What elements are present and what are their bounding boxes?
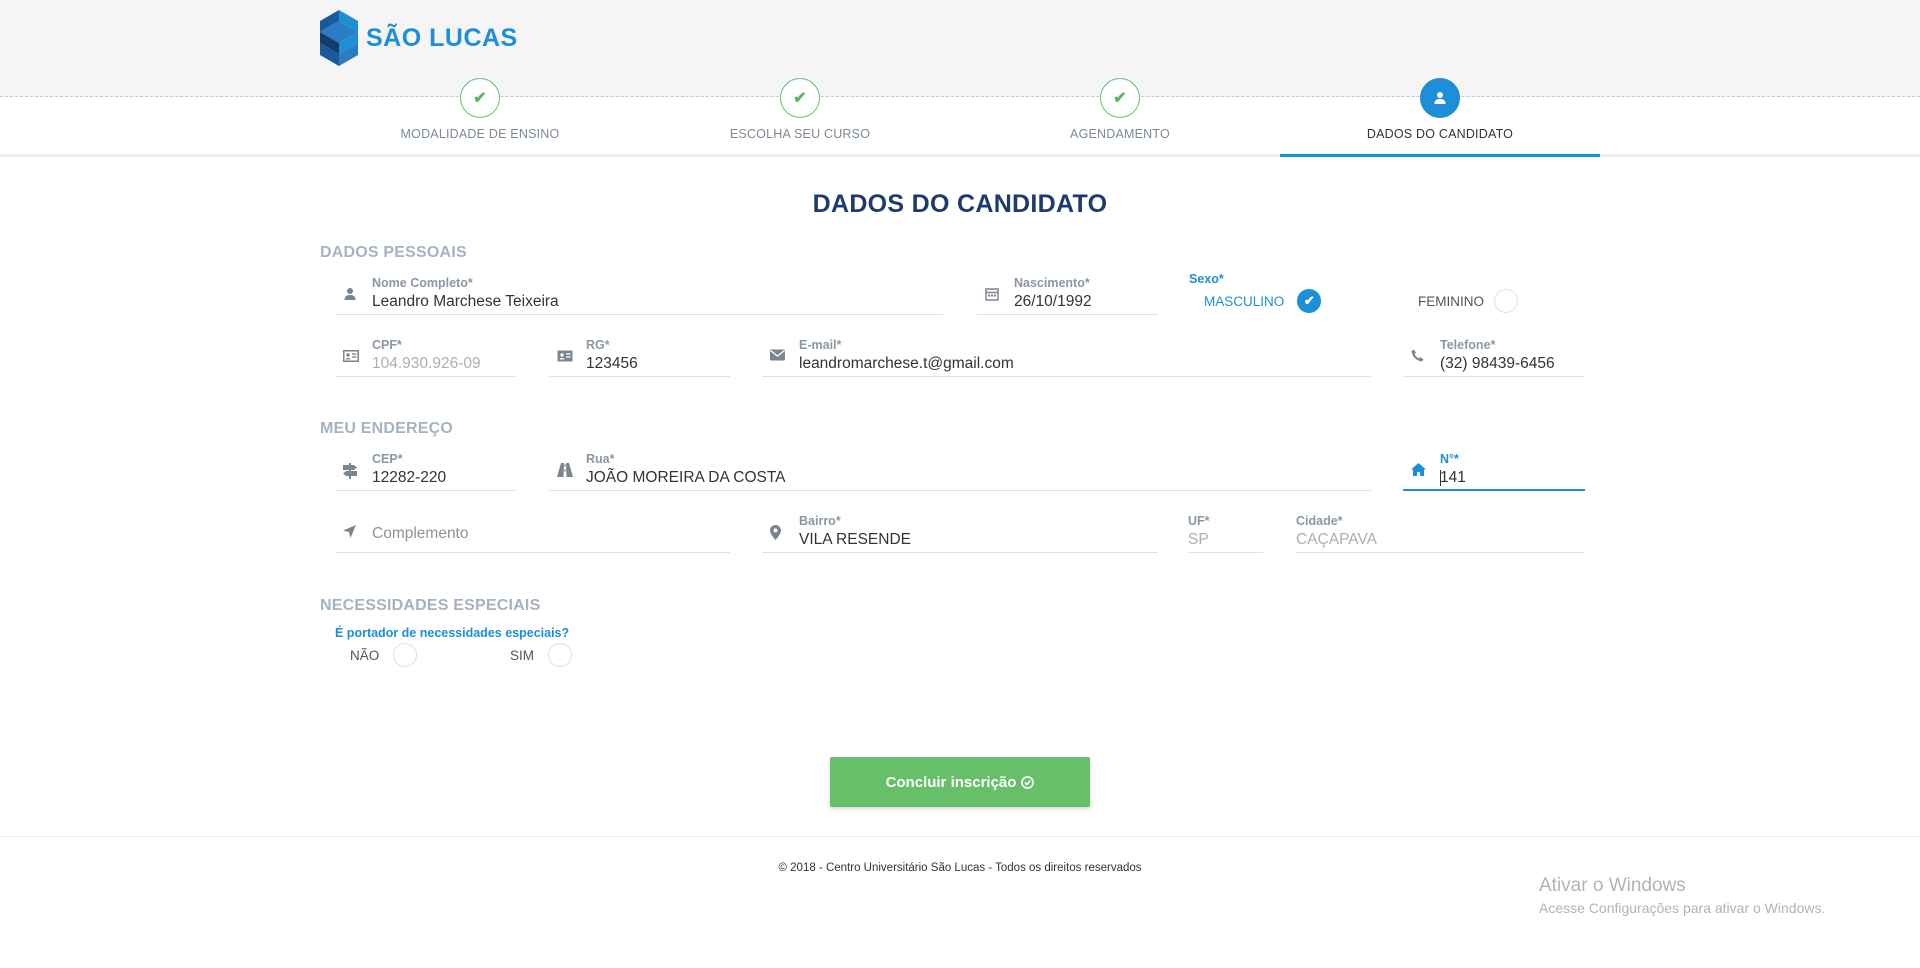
page-title: DADOS DO CANDIDATO <box>812 190 1108 218</box>
check-icon: ✔ <box>780 78 820 118</box>
field-value: VILA RESENDE <box>799 531 911 548</box>
windows-activation-subtitle: Acesse Configurações para ativar o Windo… <box>1539 900 1826 916</box>
id-card-icon <box>343 349 359 365</box>
uf-field[interactable]: UF* SP <box>1188 511 1263 553</box>
windows-activation-title: Ativar o Windows <box>1539 875 1686 896</box>
special-sim-radio[interactable]: SIM <box>510 643 573 667</box>
cidade-field[interactable]: Cidade* CAÇAPAVA <box>1296 511 1585 553</box>
radio-circle[interactable] <box>1494 289 1518 313</box>
calendar-icon <box>985 287 1001 303</box>
complemento-field[interactable]: Complemento <box>335 511 730 553</box>
field-value: CAÇAPAVA <box>1296 531 1377 548</box>
field-value: 12282-220 <box>372 469 447 486</box>
field-label: CPF* <box>372 338 402 352</box>
radio-label: NÃO <box>350 647 380 663</box>
location-arrow-icon <box>343 525 359 541</box>
field-value: leandromarchese.t@gmail.com <box>799 355 1014 372</box>
field-label: RG* <box>586 338 610 352</box>
special-nao-radio[interactable]: NÃO <box>350 643 418 667</box>
radio-label: SIM <box>510 647 535 663</box>
text-cursor <box>1440 470 1441 486</box>
check-icon: ✔ <box>460 78 500 118</box>
section-title-address: MEU ENDEREÇO <box>320 420 454 437</box>
map-marker-icon <box>770 525 786 541</box>
check-circle-icon <box>1021 775 1035 789</box>
special-needs-question: É portador de necessidades especiais? <box>335 626 570 640</box>
field-label: UF* <box>1188 514 1210 528</box>
envelope-icon <box>770 349 786 365</box>
bairro-field[interactable]: Bairro* VILA RESENDE <box>762 511 1158 553</box>
footer-copyright: © 2018 - Centro Universitário São Lucas … <box>778 862 1142 874</box>
cpf-field[interactable]: CPF* 104.930.926-09 <box>335 335 516 377</box>
radio-label: FEMININO <box>1418 293 1484 309</box>
signpost-icon <box>343 463 359 479</box>
step-label: AGENDAMENTO <box>1070 127 1170 141</box>
home-icon <box>1411 463 1427 479</box>
submit-label: Concluir inscrição <box>885 773 1017 791</box>
step-label: ESCOLHA SEU CURSO <box>729 127 871 141</box>
field-value: SP <box>1188 531 1209 548</box>
sexo-feminino-radio[interactable]: FEMININO <box>1418 289 1518 313</box>
nome-field[interactable]: Nome Completo* Leandro Marchese Teixeira <box>335 273 943 315</box>
step-curso[interactable]: ✔ ESCOLHA SEU CURSO <box>640 78 960 141</box>
sexo-masculino-radio[interactable]: MASCULINO ✔ <box>1204 289 1322 313</box>
rg-field[interactable]: RG* 123456 <box>549 335 730 377</box>
road-icon <box>557 463 573 479</box>
step-dados-candidato[interactable]: DADOS DO CANDIDATO <box>1280 78 1600 141</box>
field-label: Nascimento* <box>1014 276 1090 290</box>
brand-name: SÃO LUCAS <box>366 23 518 52</box>
id-card-icon <box>557 349 573 365</box>
brand-logo[interactable]: SÃO LUCAS <box>320 10 518 66</box>
field-label: Telefone* <box>1440 338 1496 352</box>
field-label: Bairro* <box>799 514 841 528</box>
field-label: Rua* <box>586 452 615 466</box>
field-value: JOÃO MOREIRA DA COSTA <box>586 469 786 486</box>
field-value: Leandro Marchese Teixeira <box>372 293 559 310</box>
radio-label: MASCULINO <box>1204 293 1285 309</box>
section-title-personal: DADOS PESSOAIS <box>320 244 467 261</box>
field-value: 123456 <box>586 355 638 372</box>
concluir-inscricao-button[interactable]: Concluir inscrição <box>830 757 1090 807</box>
active-step-indicator <box>1280 154 1600 157</box>
field-label: E-mail* <box>799 338 842 352</box>
step-label: DADOS DO CANDIDATO <box>1366 127 1514 141</box>
footer-divider <box>0 836 1920 837</box>
field-value: 26/10/1992 <box>1014 293 1092 310</box>
telefone-field[interactable]: Telefone* (32) 98439-6456 <box>1403 335 1584 377</box>
radio-circle[interactable] <box>548 643 573 667</box>
radio-circle[interactable] <box>393 643 418 667</box>
phone-icon <box>1411 349 1427 365</box>
field-label: Nome Completo* <box>372 276 473 290</box>
step-modalidade[interactable]: ✔ MODALIDADE DE ENSINO <box>320 78 640 141</box>
numero-field[interactable]: N°* 141 <box>1403 449 1585 491</box>
check-icon: ✔ <box>1100 78 1140 118</box>
field-value: (32) 98439-6456 <box>1440 355 1555 372</box>
sexo-label: Sexo* <box>1189 272 1224 286</box>
field-label: N°* <box>1440 452 1459 466</box>
field-label: CEP* <box>372 452 403 466</box>
step-agendamento[interactable]: ✔ AGENDAMENTO <box>960 78 1280 141</box>
field-label: Cidade* <box>1296 514 1343 528</box>
rua-field[interactable]: Rua* JOÃO MOREIRA DA COSTA <box>549 449 1371 491</box>
logo-mark-icon <box>320 10 358 66</box>
field-value: 104.930.926-09 <box>372 355 481 372</box>
user-icon <box>343 287 359 303</box>
user-icon <box>1420 78 1460 118</box>
cep-field[interactable]: CEP* 12282-220 <box>335 449 516 491</box>
field-placeholder: Complemento <box>372 525 469 542</box>
section-title-special: NECESSIDADES ESPECIAIS <box>320 597 541 614</box>
step-label: MODALIDADE DE ENSINO <box>400 127 560 141</box>
check-icon[interactable]: ✔ <box>1297 289 1322 313</box>
nascimento-field[interactable]: Nascimento* 26/10/1992 <box>977 273 1158 315</box>
email-field[interactable]: E-mail* leandromarchese.t@gmail.com <box>762 335 1371 377</box>
field-value: 141 <box>1440 469 1466 486</box>
